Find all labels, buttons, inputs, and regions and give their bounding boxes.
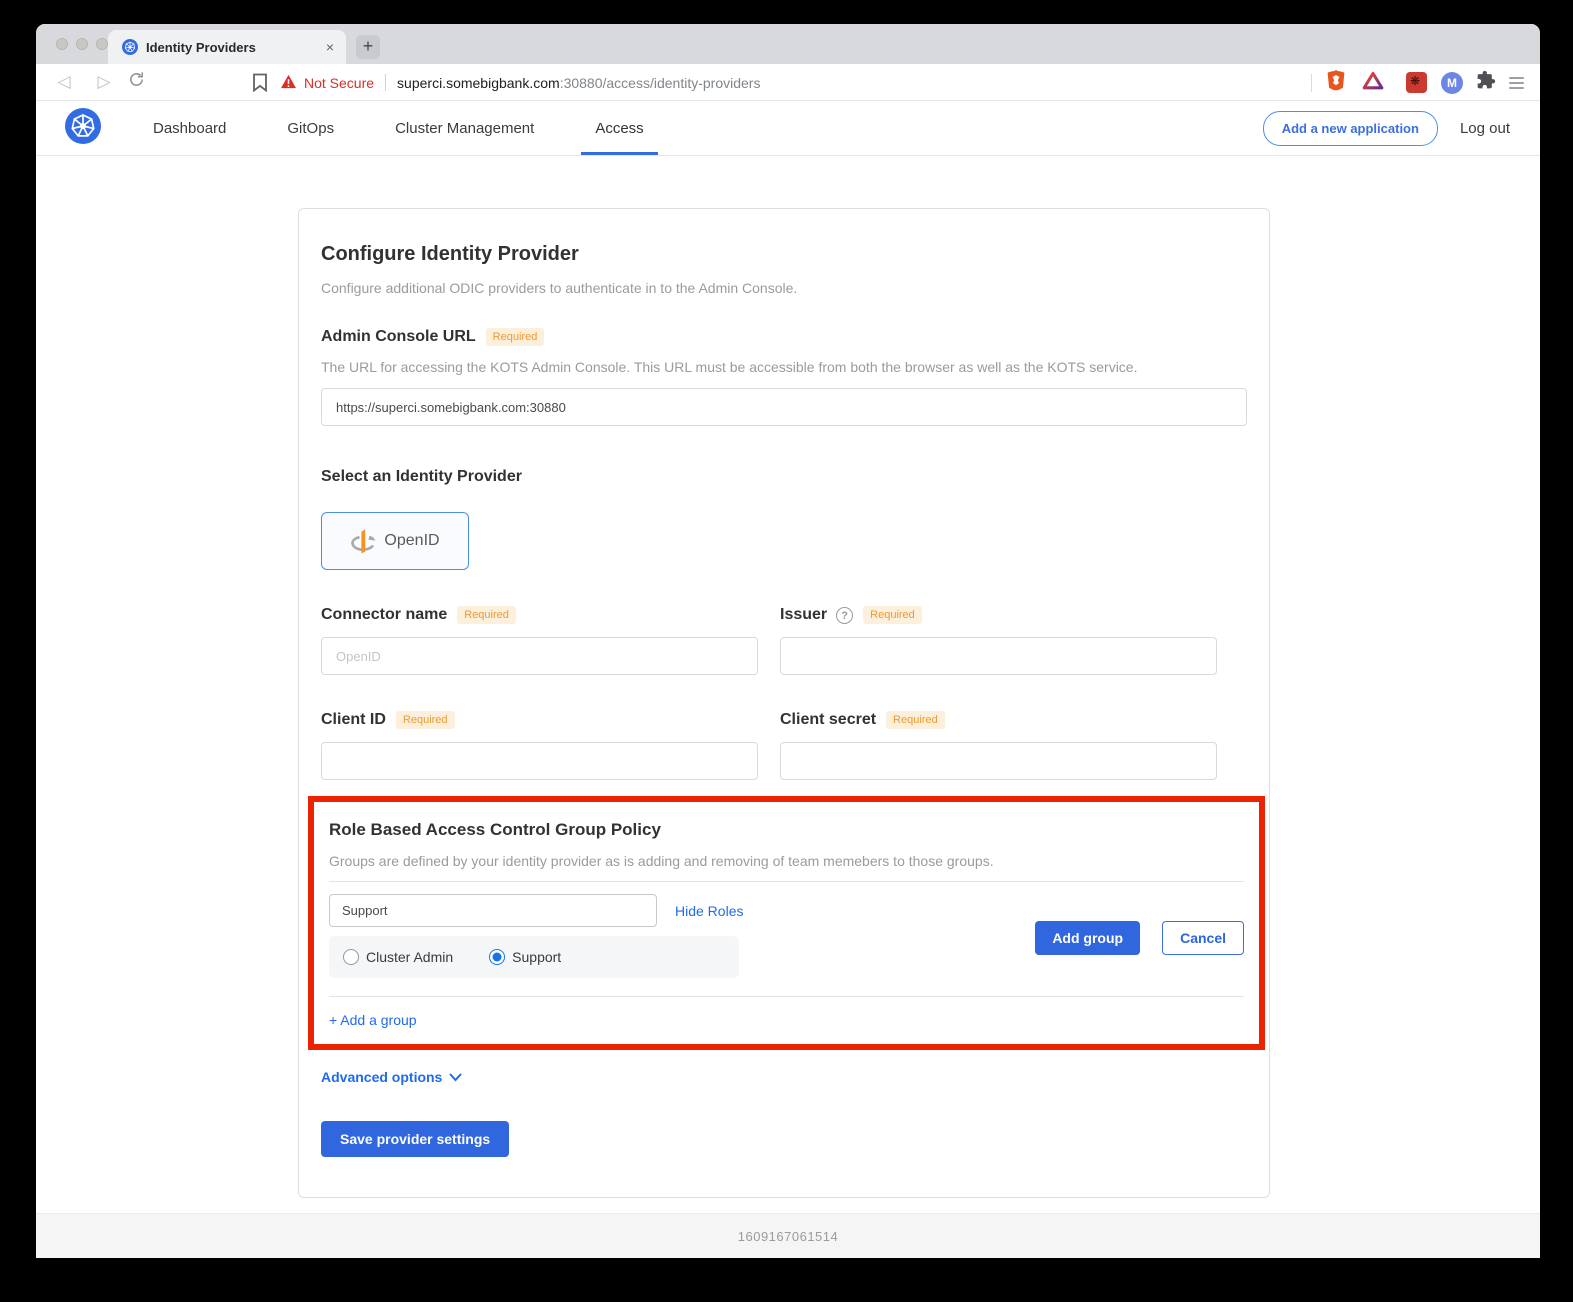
tab-title: Identity Providers xyxy=(146,40,324,55)
not-secure-label[interactable]: Not Secure xyxy=(304,75,374,91)
connector-name-label: Connector name xyxy=(321,606,447,624)
bookmark-icon[interactable] xyxy=(252,73,268,97)
extensions-puzzle-icon[interactable] xyxy=(1476,70,1496,95)
url-path[interactable]: :30880/access/identity-providers xyxy=(560,75,761,91)
kubernetes-logo[interactable] xyxy=(65,108,101,149)
radio-support[interactable] xyxy=(489,949,505,965)
nav-item-dashboard[interactable]: Dashboard xyxy=(139,101,240,155)
bat-triangle-icon[interactable] xyxy=(1362,71,1384,95)
rbac-description: Groups are defined by your identity prov… xyxy=(329,853,1244,869)
issuer-label: Issuer xyxy=(780,606,827,624)
nav-item-access[interactable]: Access xyxy=(581,101,657,155)
new-tab-button[interactable]: + xyxy=(356,35,380,59)
browser-toolbar: ◁ ▷ Not Secure superci.somebigbank.com:3… xyxy=(36,64,1540,101)
radio-cluster-admin[interactable] xyxy=(343,949,359,965)
footer-timestamp: 1609167061514 xyxy=(738,1229,839,1244)
connector-name-input[interactable] xyxy=(321,637,758,675)
nav-item-gitops[interactable]: GitOps xyxy=(273,101,348,155)
add-new-application-button[interactable]: Add a new application xyxy=(1263,111,1438,146)
client-id-input[interactable] xyxy=(321,742,758,780)
browser-menu-icon[interactable] xyxy=(1509,77,1524,89)
issuer-input[interactable] xyxy=(780,637,1217,675)
browser-window: Identity Providers × + ◁ ▷ Not Secure su… xyxy=(36,24,1540,1258)
admin-console-url-help: The URL for accessing the KOTS Admin Con… xyxy=(321,359,1247,375)
required-badge: Required xyxy=(886,711,945,729)
minimize-window-button[interactable] xyxy=(76,38,88,50)
issuer-help-icon[interactable]: ? xyxy=(836,607,853,624)
page-footer: 1609167061514 xyxy=(36,1213,1540,1258)
identity-provider-card: Configure Identity Provider Configure ad… xyxy=(298,208,1270,1198)
address-bar[interactable]: Not Secure superci.somebigbank.com:30880… xyxy=(280,64,760,101)
close-window-button[interactable] xyxy=(56,38,68,50)
maximize-window-button[interactable] xyxy=(96,38,108,50)
required-badge: Required xyxy=(486,328,545,346)
client-secret-label: Client secret xyxy=(780,711,876,729)
rbac-heading: Role Based Access Control Group Policy xyxy=(329,820,1244,840)
close-tab-icon[interactable]: × xyxy=(324,39,336,55)
client-id-label: Client ID xyxy=(321,711,386,729)
logout-link[interactable]: Log out xyxy=(1460,120,1510,137)
brave-shield-icon[interactable] xyxy=(1326,69,1346,96)
add-group-button[interactable]: Add group xyxy=(1035,921,1140,955)
role-label: Cluster Admin xyxy=(366,949,453,965)
role-option-support[interactable]: Support xyxy=(489,949,561,965)
required-badge: Required xyxy=(863,606,922,624)
extension-icon-red[interactable] xyxy=(1406,72,1427,93)
reload-icon[interactable] xyxy=(128,71,145,93)
chevron-down-icon[interactable] xyxy=(449,1073,462,1082)
openid-tile-label: OpenID xyxy=(384,532,439,550)
admin-console-url-label: Admin Console URL xyxy=(321,328,476,346)
rbac-divider xyxy=(329,996,1244,997)
traffic-lights[interactable] xyxy=(56,38,108,50)
url-divider xyxy=(385,74,386,91)
cancel-button[interactable]: Cancel xyxy=(1162,921,1244,955)
role-options-panel: Cluster Admin Support xyxy=(329,936,739,978)
advanced-options-link[interactable]: Advanced options xyxy=(321,1069,442,1085)
nav-right: Add a new application Log out xyxy=(1263,111,1510,146)
openid-icon xyxy=(350,527,376,555)
back-icon[interactable]: ◁ xyxy=(54,72,74,92)
browser-tab[interactable]: Identity Providers × xyxy=(108,30,346,64)
required-badge: Required xyxy=(457,606,516,624)
not-secure-warning-icon xyxy=(280,74,297,94)
role-label: Support xyxy=(512,949,561,965)
url-host[interactable]: superci.somebigbank.com xyxy=(397,75,560,91)
main-content: Configure Identity Provider Configure ad… xyxy=(36,156,1540,1213)
nav-item-cluster-management[interactable]: Cluster Management xyxy=(381,101,548,155)
client-secret-input[interactable] xyxy=(780,742,1217,780)
add-a-group-link[interactable]: + Add a group xyxy=(329,1012,417,1028)
role-option-cluster-admin[interactable]: Cluster Admin xyxy=(343,949,453,965)
nav-items: Dashboard GitOps Cluster Management Acce… xyxy=(139,101,658,155)
required-badge: Required xyxy=(396,711,455,729)
group-name-input[interactable] xyxy=(329,894,657,927)
page-title: Configure Identity Provider xyxy=(321,243,1247,266)
rbac-highlight-box: Role Based Access Control Group Policy G… xyxy=(308,796,1265,1050)
app-navbar: Dashboard GitOps Cluster Management Acce… xyxy=(36,101,1540,156)
openid-provider-tile[interactable]: OpenID xyxy=(321,512,469,570)
forward-icon[interactable]: ▷ xyxy=(94,72,114,92)
select-provider-heading: Select an Identity Provider xyxy=(321,468,1247,486)
page-subtitle: Configure additional ODIC providers to a… xyxy=(321,280,1247,296)
profile-avatar[interactable]: M xyxy=(1441,72,1463,94)
kubernetes-favicon xyxy=(122,39,138,55)
admin-console-url-input[interactable] xyxy=(321,388,1247,426)
toolbar-right-icons: M xyxy=(1311,64,1540,101)
hide-roles-link[interactable]: Hide Roles xyxy=(675,903,743,919)
save-provider-settings-button[interactable]: Save provider settings xyxy=(321,1121,509,1157)
tab-strip: Identity Providers × + xyxy=(36,24,1540,64)
rbac-divider xyxy=(329,881,1244,882)
toolbar-divider xyxy=(1311,74,1312,92)
